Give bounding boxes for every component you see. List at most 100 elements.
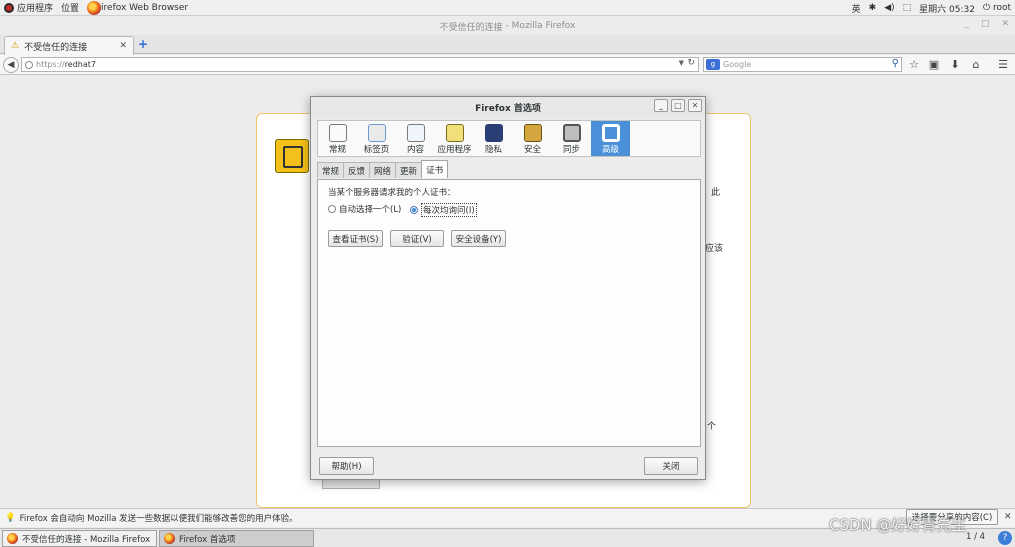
help-icon[interactable]: ? [998, 531, 1012, 545]
dialog-minimize-icon[interactable]: _ [654, 99, 668, 112]
page-text-fragment: 个 [707, 422, 717, 432]
dialog-title-bar: Firefox 首选项 _ □ ✕ [311, 97, 705, 117]
bookmarks-menu-icon[interactable]: ▣ [927, 58, 941, 72]
warning-icon: ⚠ [11, 41, 20, 51]
lock-icon [523, 124, 542, 142]
help-button[interactable]: 帮助(H) [319, 457, 374, 475]
tab-close-icon[interactable]: ✕ [119, 41, 127, 51]
button-label: 帮助(H) [331, 462, 362, 472]
button-label: 验证(V) [402, 234, 432, 245]
applications-menu[interactable]: 应用程序 [0, 0, 57, 16]
navigation-toolbar: ◀ https:// redhat7 ▼ ↻ g Google ⚲ ☆ ▣ ⬇ … [0, 55, 1015, 75]
clock-label: 星期六 05:32 [919, 4, 975, 15]
firefox-icon [7, 533, 18, 544]
pane-label: 标签页 [363, 145, 390, 155]
url-history-dropdown-icon[interactable]: ▼ [679, 59, 684, 67]
applications-icon [4, 2, 14, 13]
subtab-label: 证书 [426, 165, 444, 176]
close-icon[interactable]: ✕ [1001, 19, 1009, 29]
pane-advanced[interactable]: 高级 [591, 121, 630, 156]
subtab-feedback[interactable]: 反馈 [343, 162, 371, 178]
view-certificates-button[interactable]: 查看证书(S) [328, 230, 383, 247]
radio-button[interactable] [328, 205, 336, 213]
radio-auto-select[interactable]: 自动选择一个(L) [328, 203, 401, 215]
security-devices-button[interactable]: 安全设备(Y) [451, 230, 506, 247]
window-title-separator: - [505, 21, 509, 31]
minimize-icon[interactable]: _ [964, 19, 969, 29]
firefox-logo-icon [87, 0, 102, 15]
subtab-network[interactable]: 网络 [369, 162, 397, 178]
pane-label: 应用程序 [437, 145, 472, 155]
url-bar[interactable]: https:// redhat7 ▼ ↻ [21, 57, 699, 72]
subtab-update[interactable]: 更新 [395, 162, 423, 178]
url-host: redhat7 [64, 60, 96, 69]
input-method-label: 英 [851, 4, 861, 15]
preference-pane-selector: 常规 标签页 内容 应用程序 隐私 安全 同步 高级 [317, 120, 701, 157]
bookmark-star-icon[interactable]: ☆ [907, 58, 921, 72]
page-text-fragment: 应该 [705, 244, 724, 254]
radio-button[interactable] [410, 206, 418, 214]
workspace-pager[interactable]: 1 / 4 [966, 532, 985, 542]
dialog-close-icon[interactable]: ✕ [688, 99, 702, 112]
tab-title: 不受信任的连接 [24, 42, 88, 53]
certificates-panel: 当某个服务器请求我的个人证书： 自动选择一个(L) 每次均询问(I) 查看证书(… [317, 179, 701, 447]
pane-sync[interactable]: 同步 [552, 121, 591, 156]
tabs-icon [367, 124, 386, 142]
menu-icon[interactable]: ☰ [996, 58, 1010, 72]
tab-untrusted-connection[interactable]: ⚠ 不受信任的连接 ✕ [4, 36, 134, 55]
places-menu[interactable]: 位置 [57, 0, 83, 16]
search-icon[interactable]: ⚲ [892, 58, 899, 69]
back-button[interactable]: ◀ [3, 57, 19, 73]
browser-title-bar: 不受信任的连接 - Mozilla Firefox _ □ ✕ [0, 17, 1015, 35]
pane-label: 常规 [328, 145, 346, 155]
pane-general[interactable]: 常规 [318, 121, 357, 156]
globe-icon [25, 60, 33, 69]
gear-icon [601, 124, 620, 142]
downloads-icon[interactable]: ⬇ [948, 58, 962, 72]
search-bar[interactable]: g Google ⚲ [703, 57, 902, 72]
search-placeholder: Google [723, 60, 752, 69]
user-label: root [992, 3, 1011, 13]
network-icon[interactable]: ⬚ [899, 0, 916, 16]
taskbar-item-preferences[interactable]: Firefox 首选项 [159, 530, 314, 547]
url-scheme: https:// [36, 60, 65, 69]
input-method-indicator[interactable]: 英 [848, 0, 865, 16]
dialog-maximize-icon[interactable]: □ [671, 99, 685, 112]
pane-label: 同步 [562, 145, 580, 155]
subtab-label: 反馈 [348, 166, 366, 177]
new-tab-button[interactable]: + [138, 37, 150, 51]
subtab-general[interactable]: 常规 [317, 162, 345, 178]
close-button[interactable]: 关闭 [644, 457, 698, 475]
general-icon [328, 124, 347, 142]
radio-ask-every-time[interactable]: 每次均询问(I) [410, 203, 477, 217]
volume-icon[interactable]: ◀) [880, 0, 898, 16]
power-icon: ⏻ [982, 3, 991, 13]
active-app-menu[interactable]: irefox Web Browser [83, 0, 192, 16]
reload-icon[interactable]: ↻ [687, 58, 695, 68]
google-engine-icon[interactable]: g [706, 59, 720, 70]
pane-content[interactable]: 内容 [396, 121, 435, 156]
pane-applications[interactable]: 应用程序 [435, 121, 474, 156]
taskbar-item-browser[interactable]: 不受信任的连接 - Mozilla Firefox [2, 530, 157, 547]
subtab-certificates[interactable]: 证书 [421, 160, 449, 178]
active-app-label: irefox Web Browser [101, 2, 189, 13]
taskbar-item-label: Firefox 首选项 [179, 534, 236, 545]
radio-label: 自动选择一个(L) [339, 205, 402, 215]
subtab-label: 网络 [374, 166, 392, 177]
content-icon [406, 124, 425, 142]
pane-security[interactable]: 安全 [513, 121, 552, 156]
tab-strip: ⚠ 不受信任的连接 ✕ + [0, 35, 1015, 55]
maximize-icon[interactable]: □ [981, 19, 990, 29]
privacy-mask-icon [484, 124, 503, 142]
validation-button[interactable]: 验证(V) [390, 230, 444, 247]
notification-close-icon[interactable]: ✕ [1004, 512, 1012, 522]
home-icon[interactable]: ⌂ [969, 58, 983, 72]
bluetooth-icon[interactable]: ✱ [865, 0, 881, 16]
pane-tabs[interactable]: 标签页 [357, 121, 396, 156]
pane-privacy[interactable]: 隐私 [474, 121, 513, 156]
user-menu[interactable]: ⏻ root [979, 0, 1015, 16]
dialog-title: Firefox 首选项 [475, 103, 541, 114]
sync-icon [562, 124, 581, 142]
clock[interactable]: 星期六 05:32 [915, 0, 979, 16]
window-title: 不受信任的连接 [439, 22, 503, 33]
